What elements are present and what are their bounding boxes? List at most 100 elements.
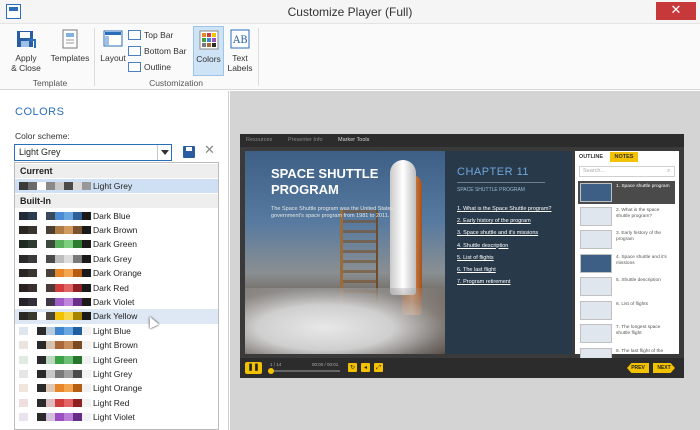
scheme-swatches [19,326,91,335]
delete-scheme-icon[interactable]: ✕ [204,143,215,158]
top-bar-button[interactable]: Top Bar [128,29,190,41]
scheme-option-dark-red[interactable]: Dark Red [15,281,218,295]
colors-button[interactable]: Colors [193,26,224,76]
color-swatch [37,283,46,292]
scheme-swatches [19,355,91,364]
color-swatch [19,269,28,278]
templates-button[interactable]: Templates [50,28,90,63]
chapter-link[interactable]: 1. What is the Space Shuttle program? [457,206,551,212]
slide-body-text: The Space Shuttle program was the United… [271,206,394,219]
pause-button[interactable]: ❚❚ [245,362,262,374]
color-swatch [73,211,82,220]
scheme-option-dark-yellow[interactable]: Dark Yellow [15,309,218,324]
scheme-option-light-brown[interactable]: Light Brown [15,338,218,352]
scheme-option-dark-brown[interactable]: Dark Brown [15,223,218,237]
color-swatch [64,341,73,350]
layout-button[interactable]: Layout [98,28,128,63]
color-swatch [82,254,91,263]
scheme-swatches [19,398,91,407]
outline-item[interactable]: 5. Shuttle description [578,275,675,298]
scheme-option-dark-orange[interactable]: Dark Orange [15,266,218,280]
color-swatch [46,211,55,220]
close-button[interactable]: ✕ [656,2,696,20]
color-swatch [73,225,82,234]
scheme-option-light-red[interactable]: Light Red [15,396,218,410]
chapter-link[interactable]: 5. List of flights [457,255,494,261]
chapter-link[interactable]: 4. Shuttle description [457,243,508,249]
outline-item-label: 8. The last flight of the [616,348,664,354]
player-tab-resources[interactable]: Resources [246,137,272,143]
bottom-bar-button[interactable]: Bottom Bar [128,45,190,57]
seek-bar[interactable] [268,370,340,372]
chapter-link[interactable]: 6. The last flight [457,267,496,273]
slide-thumbnail [580,300,612,320]
scheme-option-light-blue[interactable]: Light Blue [15,324,218,338]
chapter-link[interactable]: 3. Space shuttle and it's missions [457,230,538,236]
ribbon-separator [94,28,95,86]
outline-button[interactable]: Outline [128,61,190,73]
color-swatch [73,413,82,422]
scheme-option-label: Dark Green [93,239,137,250]
color-swatch [37,398,46,407]
color-swatch [64,225,73,234]
chevron-down-icon[interactable] [157,145,171,160]
scheme-option-light-orange[interactable]: Light Orange [15,381,218,395]
color-swatch [64,398,73,407]
outline-item[interactable]: 4. Space shuttle and it's missions [578,252,675,275]
chapter-link[interactable]: 2. Early history of the program [457,218,531,224]
outline-item-label: 3. Early history of the program [616,231,662,242]
volume-icon[interactable]: ◂ [361,363,370,372]
next-button[interactable]: NEXT [653,363,675,373]
color-swatch [82,240,91,249]
color-swatch [19,326,28,335]
scheme-option-dark-grey[interactable]: Dark Grey [15,252,218,266]
player-tab-marker-tools[interactable]: Marker Tools [338,137,369,143]
outline-item[interactable]: 1. Space shuttle program [578,181,675,204]
svg-text:AB: AB [232,35,248,46]
color-swatch [46,413,55,422]
search-icon[interactable]: ⌕ [667,167,670,175]
save-scheme-icon[interactable] [183,146,195,158]
color-swatch [28,269,37,278]
seek-handle[interactable] [268,368,274,374]
chapter-link[interactable]: 7. Program retirement [457,279,511,285]
scheme-swatches [19,369,91,378]
color-swatch [73,240,82,249]
color-swatch [73,326,82,335]
fullscreen-icon[interactable]: ⤢ [374,363,383,372]
scheme-option-light-grey[interactable]: Light Grey [15,367,218,381]
text-labels-button[interactable]: AB Text Labels [226,28,254,73]
replay-icon[interactable]: ↻ [348,363,357,372]
scheme-option-light-green[interactable]: Light Green [15,353,218,367]
outline-item[interactable]: 3. Early history of the program [578,228,675,251]
tab-outline[interactable]: OUTLINE [576,152,606,162]
scheme-option-dark-violet[interactable]: Dark Violet [15,295,218,309]
scheme-option-current-light-grey[interactable]: Light Grey [15,179,218,194]
color-swatch [73,283,82,292]
prev-button[interactable]: PREV [627,363,649,373]
scheme-option-dark-blue[interactable]: Dark Blue [15,209,218,223]
scheme-option-dark-green[interactable]: Dark Green [15,237,218,251]
color-swatch [28,369,37,378]
player-tab-presenter-info[interactable]: Presenter Info [288,137,323,143]
chapter-divider [457,182,545,183]
color-swatch [37,254,46,263]
color-swatch [73,355,82,364]
slide-counter: 1 / 14 [270,362,282,367]
scheme-option-label: Light Red [93,397,130,408]
scheme-option-light-violet[interactable]: Light Violet [15,410,218,424]
color-swatch [28,254,37,263]
slide-thumbnail [580,277,612,296]
slide-thumbnail [580,230,612,249]
color-swatch [55,283,64,292]
scheme-swatches [19,211,91,220]
outline-item[interactable]: 6. List of flights [578,299,675,322]
apply-close-button[interactable]: Apply & Close [8,28,44,73]
color-swatch [82,384,91,393]
color-swatch [19,355,28,364]
color-swatch [19,398,28,407]
outline-item[interactable]: 2. What is the space shuttle program? [578,205,675,228]
layout-label: Layout [100,53,126,63]
tab-notes[interactable]: NOTES [610,152,638,162]
outline-item[interactable]: 7. The longest space shuttle flight [578,322,675,345]
